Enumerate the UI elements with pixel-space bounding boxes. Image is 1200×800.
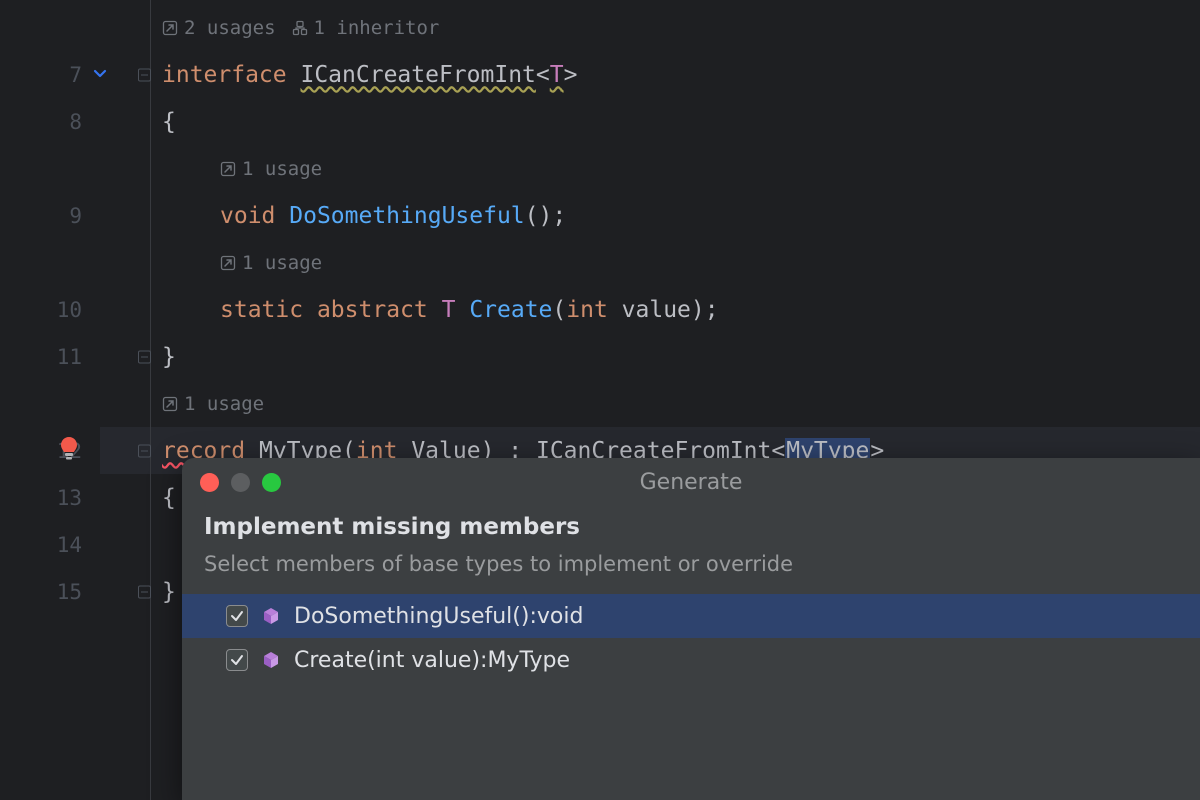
gutter-line[interactable]: 12 (0, 427, 100, 474)
gutter-hint-row (0, 4, 100, 51)
hint-text: 1 usage (184, 393, 264, 415)
usages-hint[interactable]: 1 usage (220, 158, 322, 180)
arrow-up-right-icon (220, 255, 236, 271)
member-label: DoSomethingUseful():void (294, 604, 583, 629)
gutter-line[interactable]: 9 (0, 192, 100, 239)
line-number: 10 (57, 298, 82, 322)
hint-text: 1 usage (242, 252, 322, 274)
brace: } (162, 579, 176, 605)
method-name: DoSomethingUseful (289, 203, 524, 229)
punct: < (536, 62, 550, 88)
maximize-icon[interactable] (262, 473, 281, 492)
gutter-hint-row (0, 380, 100, 427)
punct: (); (525, 203, 567, 229)
popup-body: Implement missing members Select members… (182, 506, 1200, 682)
gutter-line[interactable]: 10 (0, 286, 100, 333)
keyword: abstract (317, 297, 428, 323)
checkbox[interactable] (226, 605, 248, 627)
window-controls (200, 473, 281, 492)
gutter-hint-row (0, 239, 100, 286)
popup-subtitle: Select members of base types to implemen… (204, 552, 1178, 576)
fold-handle-icon[interactable] (138, 350, 151, 363)
inlay-hint-row: 2 usages 1 inheritor (100, 4, 1200, 51)
member-label: Create(int value):MyType (294, 648, 570, 673)
gutter: 7 8 9 10 11 12 13 14 15 (0, 0, 100, 800)
popup-titlebar[interactable]: Generate (182, 458, 1200, 506)
punct: > (564, 62, 578, 88)
fold-handle-icon[interactable] (138, 585, 151, 598)
code-line[interactable]: interface ICanCreateFromInt<T> (100, 51, 1200, 98)
param-type: int (566, 297, 608, 323)
minimize-icon[interactable] (231, 473, 250, 492)
punct: ); (691, 297, 719, 323)
line-number: 14 (57, 533, 82, 557)
popup-heading: Implement missing members (204, 514, 1178, 540)
gutter-line[interactable]: 8 (0, 98, 100, 145)
usages-hint[interactable]: 2 usages (162, 17, 276, 39)
line-number: 7 (69, 63, 82, 87)
checkbox[interactable] (226, 649, 248, 671)
gutter-line[interactable]: 14 (0, 521, 100, 568)
hint-text: 2 usages (184, 17, 276, 39)
brace: } (162, 344, 176, 370)
close-icon[interactable] (200, 473, 219, 492)
keyword: interface (162, 62, 287, 88)
arrow-up-right-icon (220, 161, 236, 177)
generate-popup: Generate Implement missing members Selec… (182, 458, 1200, 800)
member-item[interactable]: DoSomethingUseful():void (182, 594, 1200, 638)
line-number: 9 (69, 204, 82, 228)
inlay-hint-row: 1 usage (100, 239, 1200, 286)
punct: ( (552, 297, 566, 323)
line-number: 8 (69, 110, 82, 134)
type-param: T (442, 297, 456, 323)
member-list: DoSomethingUseful():void Create(int valu… (182, 594, 1200, 682)
line-number: 11 (57, 345, 82, 369)
method-icon (260, 649, 282, 671)
inlay-hint-row: 1 usage (100, 145, 1200, 192)
code-line[interactable]: void DoSomethingUseful(); (100, 192, 1200, 239)
gutter-line[interactable]: 13 (0, 474, 100, 521)
popup-title: Generate (640, 470, 743, 495)
gutter-line[interactable]: 11 (0, 333, 100, 380)
code-line[interactable]: } (100, 333, 1200, 380)
lightbulb-icon[interactable] (58, 436, 80, 466)
arrow-up-right-icon (162, 20, 178, 36)
param-name: value (622, 297, 691, 323)
inheritor-icon (292, 20, 308, 36)
usages-hint[interactable]: 1 usage (162, 393, 264, 415)
fold-handle-icon[interactable] (138, 444, 151, 457)
type-param: T (550, 62, 564, 88)
hint-text: 1 inheritor (314, 17, 440, 39)
hint-text: 1 usage (242, 158, 322, 180)
usages-hint[interactable]: 1 usage (220, 252, 322, 274)
line-number: 15 (57, 580, 82, 604)
brace: { (162, 109, 176, 135)
inheritors-hint[interactable]: 1 inheritor (292, 17, 440, 39)
inlay-hint-row: 1 usage (100, 380, 1200, 427)
method-icon (260, 605, 282, 627)
gutter-line[interactable]: 7 (0, 51, 100, 98)
method-name: Create (469, 297, 552, 323)
fold-handle-icon[interactable] (138, 68, 151, 81)
line-number: 13 (57, 486, 82, 510)
keyword: void (220, 203, 275, 229)
gutter-line[interactable]: 15 (0, 568, 100, 615)
keyword: static (220, 297, 303, 323)
code-line[interactable]: { (100, 98, 1200, 145)
interface-name: ICanCreateFromInt (300, 62, 535, 88)
member-item[interactable]: Create(int value):MyType (182, 638, 1200, 682)
gutter-hint-row (0, 145, 100, 192)
arrow-up-right-icon (162, 396, 178, 412)
brace: { (162, 485, 176, 511)
code-line[interactable]: static abstract T Create(int value); (100, 286, 1200, 333)
